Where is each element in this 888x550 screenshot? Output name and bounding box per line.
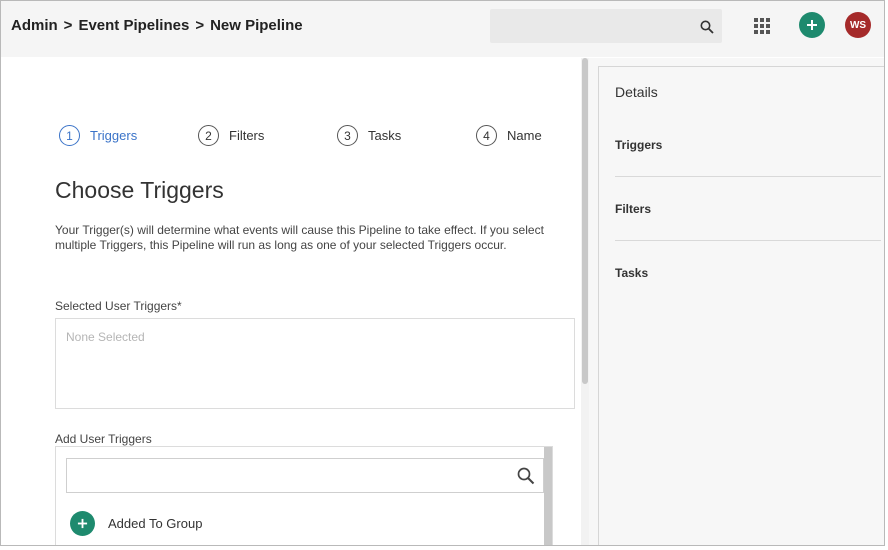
trigger-item-label: Added To Group: [108, 516, 203, 531]
selected-triggers-box: None Selected: [55, 318, 575, 409]
add-trigger-button[interactable]: [70, 511, 95, 536]
add-triggers-label: Add User Triggers: [55, 432, 152, 446]
step-label: Triggers: [90, 128, 138, 143]
step-triggers[interactable]: 1 Triggers: [59, 125, 137, 146]
divider: [615, 176, 881, 177]
search-icon[interactable]: [700, 20, 714, 34]
wizard-steps: 1 Triggers 2 Filters 3 Tasks 4 Name: [59, 125, 579, 147]
apps-grid-icon[interactable]: [753, 17, 771, 35]
selected-triggers-placeholder: None Selected: [66, 330, 145, 344]
top-header: Admin > Event Pipelines > New Pipeline W…: [1, 1, 884, 57]
breadcrumb-separator: >: [195, 17, 205, 34]
step-name[interactable]: 4 Name: [476, 125, 542, 146]
step-number: 1: [59, 125, 80, 146]
breadcrumb-event-pipelines[interactable]: Event Pipelines: [78, 17, 189, 34]
page-title: Choose Triggers: [55, 177, 224, 203]
global-search-input[interactable]: [490, 9, 722, 43]
plus-icon: [807, 20, 817, 30]
details-title: Details: [615, 84, 658, 100]
details-section-filters: Filters: [615, 202, 652, 216]
add-triggers-panel: Added To Group: [55, 446, 553, 545]
divider: [615, 240, 881, 241]
plus-icon: [77, 518, 88, 529]
trigger-list-scrollbar[interactable]: [544, 447, 552, 545]
content-scrollbar[interactable]: [581, 58, 589, 545]
step-label: Name: [507, 128, 542, 143]
breadcrumb-new-pipeline: New Pipeline: [210, 17, 303, 34]
details-section-tasks: Tasks: [615, 266, 649, 280]
details-section-triggers: Triggers: [615, 138, 663, 152]
step-label: Tasks: [368, 128, 402, 143]
breadcrumb-admin[interactable]: Admin: [11, 17, 58, 34]
content-scrollbar-thumb[interactable]: [582, 58, 588, 384]
step-number: 3: [337, 125, 358, 146]
search-icon[interactable]: [517, 467, 535, 485]
step-number: 4: [476, 125, 497, 146]
add-new-button[interactable]: [799, 12, 825, 38]
page-description: Your Trigger(s) will determine what even…: [55, 223, 544, 252]
step-number: 2: [198, 125, 219, 146]
trigger-search-input[interactable]: [66, 458, 544, 493]
step-label: Filters: [229, 128, 265, 143]
breadcrumb-separator: >: [63, 17, 73, 34]
user-avatar[interactable]: WS: [845, 12, 871, 38]
trigger-item-added-to-group[interactable]: Added To Group: [70, 511, 202, 536]
breadcrumb: Admin > Event Pipelines > New Pipeline: [11, 17, 303, 34]
step-tasks[interactable]: 3 Tasks: [337, 125, 401, 146]
selected-triggers-label: Selected User Triggers*: [55, 299, 182, 313]
details-panel: Details Triggers Filters Tasks: [598, 66, 884, 545]
app-window: Admin > Event Pipelines > New Pipeline W…: [0, 0, 885, 546]
step-filters[interactable]: 2 Filters: [198, 125, 264, 146]
